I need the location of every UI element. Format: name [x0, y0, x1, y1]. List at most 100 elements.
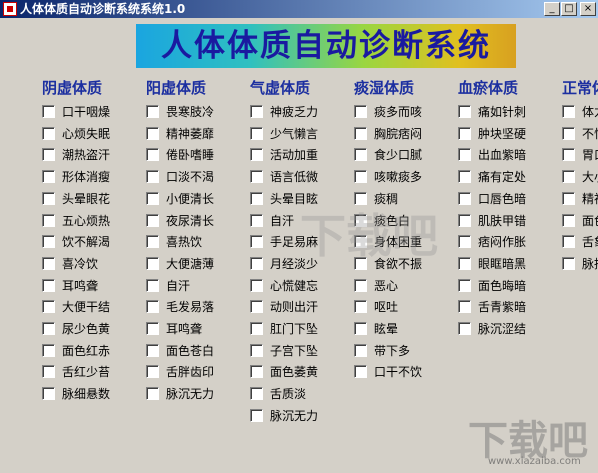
symptom-checkbox[interactable] [146, 170, 159, 184]
symptom-label: 口唇色暗 [478, 191, 527, 206]
symptom-checkbox[interactable] [458, 213, 471, 227]
symptom-label: 少气懒言 [270, 126, 319, 141]
symptom-checkbox[interactable] [250, 235, 263, 249]
symptom-checkbox[interactable] [146, 105, 159, 118]
symptom-checkbox[interactable] [458, 126, 471, 140]
symptom-label: 脉细悬数 [62, 387, 111, 402]
symptom-checkbox[interactable] [562, 105, 575, 118]
symptom-checkbox[interactable] [42, 256, 55, 270]
close-button[interactable]: × [580, 2, 596, 16]
symptom-checkbox[interactable] [42, 213, 55, 227]
column-header: 痰湿体质 [354, 79, 415, 97]
symptom-checkbox[interactable] [250, 322, 263, 335]
symptom-checkbox[interactable] [250, 256, 263, 270]
symptom-checkbox[interactable] [42, 105, 55, 118]
symptom-checkbox[interactable] [250, 191, 263, 205]
symptom-checkbox[interactable] [42, 387, 55, 401]
symptom-checkbox[interactable] [458, 170, 471, 184]
symptom-checkbox[interactable] [42, 126, 55, 140]
symptom-label: 痞闷作胀 [478, 235, 527, 250]
symptom-checkbox[interactable] [146, 213, 159, 227]
symptom-label: 舌青紫暗 [478, 300, 527, 315]
symptom-checkbox[interactable] [354, 148, 367, 162]
symptom-checkbox[interactable] [250, 148, 263, 162]
column-header: 血瘀体质 [458, 79, 519, 97]
symptom-checkbox[interactable] [562, 256, 575, 270]
symptom-checkbox[interactable] [42, 365, 55, 379]
symptom-label: 胸脘痞闷 [374, 126, 423, 141]
symptom-checkbox[interactable] [354, 365, 367, 379]
symptom-checkbox[interactable] [250, 408, 263, 422]
symptom-checkbox[interactable] [42, 278, 55, 292]
symptom-checkbox[interactable] [458, 191, 471, 205]
symptom-label: 面色红赤 [62, 343, 111, 358]
symptom-checkbox[interactable] [250, 213, 263, 227]
symptom-checkbox[interactable] [146, 191, 159, 205]
symptom-label: 食少口腻 [374, 148, 423, 163]
symptom-label: 喜热饮 [166, 235, 203, 250]
symptom-checkbox[interactable] [562, 126, 575, 140]
symptom-checkbox[interactable] [250, 343, 263, 357]
symptom-checkbox[interactable] [146, 322, 159, 335]
symptom-checkbox[interactable] [354, 322, 367, 335]
symptom-checkbox[interactable] [146, 126, 159, 140]
symptom-checkbox[interactable] [458, 278, 471, 292]
symptom-label: 肿块坚硬 [478, 126, 527, 141]
symptom-checkbox[interactable] [354, 278, 367, 292]
symptom-checkbox[interactable] [562, 235, 575, 249]
symptom-checkbox[interactable] [250, 387, 263, 401]
symptom-checkbox[interactable] [42, 235, 55, 249]
symptom-checkbox[interactable] [42, 300, 55, 314]
symptom-checkbox[interactable] [458, 235, 471, 249]
symptom-checkbox[interactable] [42, 148, 55, 162]
symptom-checkbox[interactable] [458, 256, 471, 270]
symptom-column: 正常体质体力不怕胃口大小精神面色舌象脉搏 [562, 78, 598, 271]
symptom-label: 舌象 [582, 235, 598, 250]
minimize-button[interactable]: _ [544, 2, 560, 16]
symptom-checkbox[interactable] [250, 170, 263, 184]
symptom-label: 心烦失眠 [62, 126, 111, 141]
maximize-button[interactable]: □ [561, 2, 577, 16]
symptom-checkbox[interactable] [250, 278, 263, 292]
symptom-checkbox[interactable] [42, 170, 55, 184]
window-title: 人体体质自动诊断系统系统1.0 [20, 2, 186, 16]
symptom-checkbox[interactable] [250, 365, 263, 379]
symptom-label: 毛发易落 [166, 300, 215, 315]
symptom-checkbox[interactable] [146, 387, 159, 401]
app-icon [3, 2, 17, 16]
symptom-checkbox[interactable] [354, 300, 367, 314]
banner: 人体体质自动诊断系统 [136, 24, 516, 68]
symptom-checkbox[interactable] [146, 148, 159, 162]
symptom-checkbox[interactable] [146, 235, 159, 249]
symptom-checkbox[interactable] [250, 300, 263, 314]
symptom-column: 血瘀体质 痛如针刺 肿块坚硬 出血紫暗 痛有定处 口唇色暗 肌肤甲错 痞闷作胀 眼眶暗黑 面色晦暗… [458, 78, 526, 336]
symptom-checkbox[interactable] [146, 300, 159, 314]
symptom-checkbox[interactable] [250, 105, 263, 118]
symptom-checkbox[interactable] [354, 105, 367, 118]
symptom-checkbox[interactable] [562, 191, 575, 205]
symptom-label: 面色萎黄 [270, 365, 319, 380]
symptom-checkbox[interactable] [458, 148, 471, 162]
symptom-checkbox[interactable] [562, 170, 575, 184]
symptom-checkbox[interactable] [146, 365, 159, 379]
symptom-checkbox[interactable] [146, 278, 159, 292]
symptom-label: 自汗 [270, 213, 295, 228]
symptom-checkbox[interactable] [42, 322, 55, 335]
symptom-checkbox[interactable] [42, 343, 55, 357]
symptom-checkbox[interactable] [250, 126, 263, 140]
column-header: 正常体质 [562, 79, 598, 97]
symptom-checkbox[interactable] [458, 105, 471, 118]
symptom-checkbox[interactable] [562, 148, 575, 162]
symptom-checkbox[interactable] [146, 256, 159, 270]
symptom-checkbox[interactable] [354, 343, 367, 357]
symptom-checkbox[interactable] [458, 300, 471, 314]
symptom-checkbox[interactable] [458, 322, 471, 335]
symptom-label: 畏寒肢冷 [166, 105, 215, 119]
symptom-checkbox[interactable] [354, 170, 367, 184]
symptom-checkbox[interactable] [42, 191, 55, 205]
symptom-checkbox[interactable] [146, 343, 159, 357]
symptom-label: 胃口 [582, 148, 598, 163]
symptom-checkbox[interactable] [562, 213, 575, 227]
symptom-checkbox[interactable] [354, 126, 367, 140]
symptom-column: 气虚体质 神疲乏力 少气懒言 活动加重 语言低微 头晕目眩 自汗 手足易麻 月经淡少 心慌健忘 动则… [250, 78, 318, 423]
